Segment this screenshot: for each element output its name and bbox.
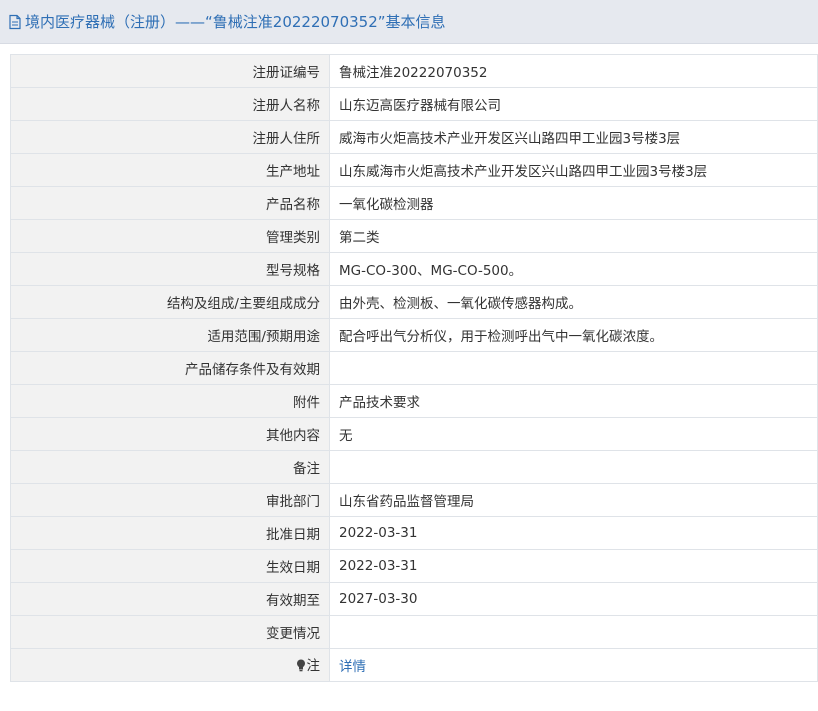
row-label: 生效日期 xyxy=(10,549,330,583)
row-label: 备注 xyxy=(10,450,330,484)
lightbulb-icon xyxy=(296,659,306,676)
row-value: 山东威海市火炬高技术产业开发区兴山路四甲工业园3号楼3层 xyxy=(329,153,818,187)
row-value: 威海市火炬高技术产业开发区兴山路四甲工业园3号楼3层 xyxy=(329,120,818,154)
note-label-cell: 注 xyxy=(10,648,330,682)
row-value xyxy=(329,450,818,484)
row-label: 其他内容 xyxy=(10,417,330,451)
row-label: 注册人住所 xyxy=(10,120,330,154)
row-value xyxy=(329,615,818,649)
table-row: 审批部门 山东省药品监督管理局 xyxy=(10,483,818,517)
note-value-cell: 详情 xyxy=(329,648,818,682)
row-label: 审批部门 xyxy=(10,483,330,517)
table-row: 产品储存条件及有效期 xyxy=(10,351,818,385)
row-value: 2022-03-31 xyxy=(329,549,818,583)
table-row: 备注 xyxy=(10,450,818,484)
row-label: 结构及组成/主要组成成分 xyxy=(10,285,330,319)
table-row: 注册人名称 山东迈高医疗器械有限公司 xyxy=(10,87,818,121)
note-row: 注 详情 xyxy=(10,648,818,682)
info-table-container: 注册证编号 鲁械注准20222070352 注册人名称 山东迈高医疗器械有限公司 注册人… xyxy=(10,54,818,682)
row-label: 管理类别 xyxy=(10,219,330,253)
table-row: 型号规格 MG-CO-300、MG-CO-500。 xyxy=(10,252,818,286)
table-row: 附件 产品技术要求 xyxy=(10,384,818,418)
row-label: 变更情况 xyxy=(10,615,330,649)
row-value: 产品技术要求 xyxy=(329,384,818,418)
row-label: 附件 xyxy=(10,384,330,418)
row-value xyxy=(329,351,818,385)
table-row: 生效日期 2022-03-31 xyxy=(10,549,818,583)
row-value: MG-CO-300、MG-CO-500。 xyxy=(329,252,818,286)
table-row: 产品名称 一氧化碳检测器 xyxy=(10,186,818,220)
page-title: 境内医疗器械（注册）——“鲁械注准20222070352”基本信息 xyxy=(25,13,446,31)
row-label: 适用范围/预期用途 xyxy=(10,318,330,352)
row-value: 鲁械注准20222070352 xyxy=(329,54,818,88)
table-row: 其他内容无 xyxy=(10,417,818,451)
row-label: 型号规格 xyxy=(10,252,330,286)
table-row: 变更情况 xyxy=(10,615,818,649)
row-value: 2022-03-31 xyxy=(329,516,818,550)
table-row: 有效期至 2027-03-30 xyxy=(10,582,818,616)
table-row: 适用范围/预期用途 配合呼出气分析仪，用于检测呼出气中一氧化碳浓度。 xyxy=(10,318,818,352)
row-value: 山东迈高医疗器械有限公司 xyxy=(329,87,818,121)
row-value: 第二类 xyxy=(329,219,818,253)
row-value: 配合呼出气分析仪，用于检测呼出气中一氧化碳浓度。 xyxy=(329,318,818,352)
row-label: 有效期至 xyxy=(10,582,330,616)
row-label: 注册证编号 xyxy=(10,54,330,88)
row-value: 山东省药品监督管理局 xyxy=(329,483,818,517)
row-value: 无 xyxy=(329,417,818,451)
table-row: 注册人住所 威海市火炬高技术产业开发区兴山路四甲工业园3号楼3层 xyxy=(10,120,818,154)
table-row: 注册证编号 鲁械注准20222070352 xyxy=(10,54,818,88)
info-table: 注册证编号 鲁械注准20222070352 注册人名称 山东迈高医疗器械有限公司 注册人… xyxy=(10,54,818,682)
row-label: 批准日期 xyxy=(10,516,330,550)
note-label: 注 xyxy=(306,658,321,674)
row-value: 2027-03-30 xyxy=(329,582,818,616)
row-label: 生产地址 xyxy=(10,153,330,187)
row-label: 产品名称 xyxy=(10,186,330,220)
row-value: 一氧化碳检测器 xyxy=(329,186,818,220)
details-link[interactable]: 详情 xyxy=(339,659,366,675)
row-value: 由外壳、检测板、一氧化碳传感器构成。 xyxy=(329,285,818,319)
row-label: 产品储存条件及有效期 xyxy=(10,351,330,385)
page-header: 境内医疗器械（注册）——“鲁械注准20222070352”基本信息 xyxy=(0,0,818,44)
table-row: 管理类别 第二类 xyxy=(10,219,818,253)
table-row: 批准日期 2022-03-31 xyxy=(10,516,818,550)
table-row: 生产地址 山东威海市火炬高技术产业开发区兴山路四甲工业园3号楼3层 xyxy=(10,153,818,187)
row-label: 注册人名称 xyxy=(10,87,330,121)
table-row: 结构及组成/主要组成成分 由外壳、检测板、一氧化碳传感器构成。 xyxy=(10,285,818,319)
document-icon xyxy=(8,14,22,30)
